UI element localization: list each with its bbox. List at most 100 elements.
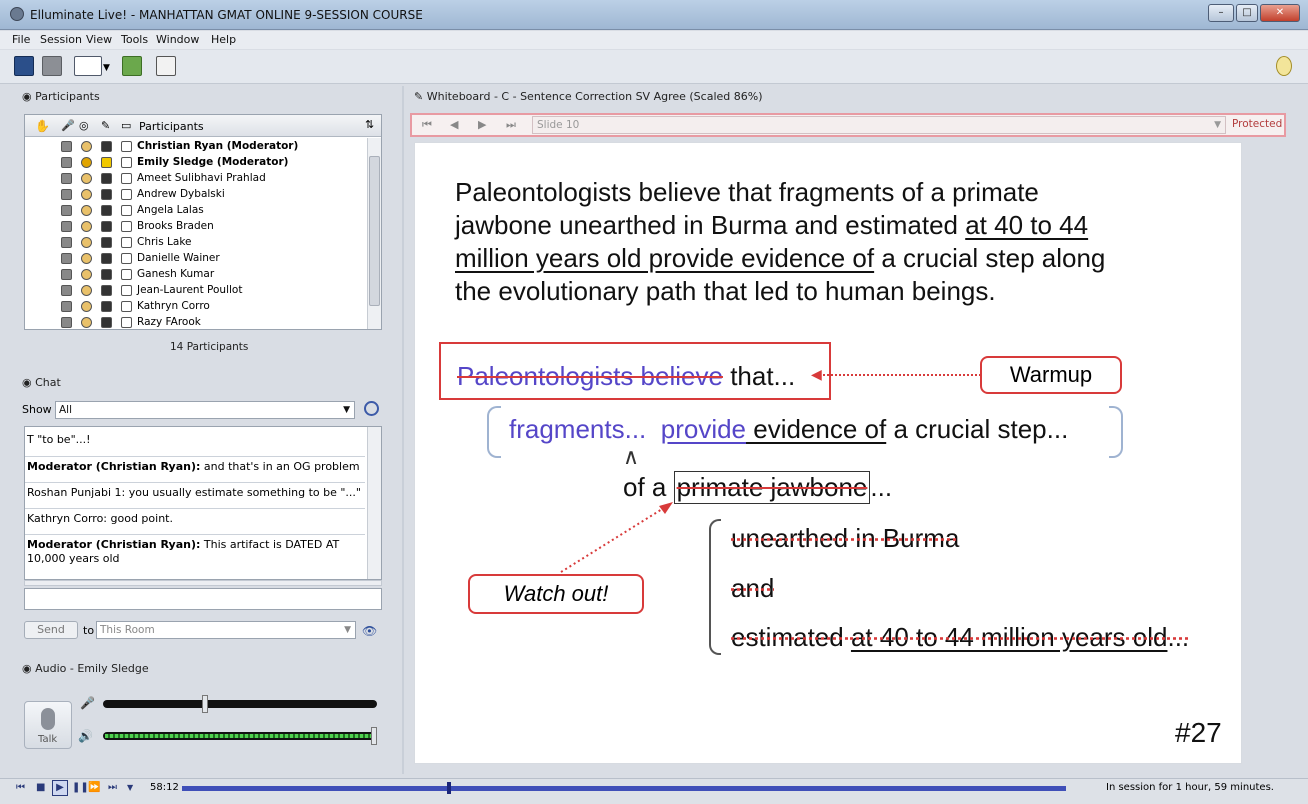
participant-name: Jean-Laurent Poullot [137,284,243,296]
chevron-down-icon[interactable]: ▼ [127,783,133,792]
chat-text: 10,000 years old [27,552,120,565]
playback-progress[interactable] [182,786,1066,791]
stop-icon[interactable]: ■ [36,782,45,793]
participants-list: ✋ 🎤 ◎ ✎ ▭ Participants ⇅ Christian Ryan … [24,114,382,330]
mic-icon [61,221,72,232]
estimated-word: estimated [731,622,851,652]
mic-icon[interactable]: 🎤 [61,119,75,132]
mic-level-icon: 🎤 [80,696,95,710]
sort-icon[interactable]: ⇅ [365,118,374,131]
hand-icon[interactable]: ✋ [35,119,50,133]
load-icon[interactable] [122,56,142,76]
participant-row[interactable]: Kathryn Corro [25,299,367,315]
primate-jawbone-box: primate jawbone [673,471,871,504]
pen-icon[interactable]: ✎ [101,119,110,132]
window-icon[interactable]: ▭ [121,119,131,132]
edit-icon[interactable] [156,56,176,76]
clock-icon[interactable] [364,401,379,416]
skip-forward-icon[interactable]: ⏭ [108,782,117,793]
scroll-thumb[interactable] [369,156,380,306]
participant-row[interactable]: Ganesh Kumar [25,267,367,283]
chat-scrollbar[interactable] [367,427,381,579]
talk-button[interactable]: Talk [24,701,72,749]
window-icon [121,269,132,280]
first-slide-icon[interactable]: ⏮ [422,118,432,132]
chevron-down-icon[interactable]: ▼ [103,63,110,73]
mic-icon [61,157,72,168]
mic-icon [61,269,72,280]
next-slide-icon[interactable]: ▶ [478,118,486,131]
chat-text: T "to be"...! [27,433,91,446]
menu-tools[interactable]: Tools [121,33,148,46]
modifier-3: estimated at 40 to 44 million years old.… [731,622,1189,653]
menu-window[interactable]: Window [156,33,199,46]
print-icon[interactable] [42,56,62,76]
pen-icon [101,189,112,200]
recipient-value: This Room [100,624,155,636]
prev-slide-icon[interactable]: ◀ [450,118,458,131]
panel-divider[interactable] [402,86,404,774]
speaker-icon: 🔊 [78,729,93,743]
video-icon [81,301,92,312]
column-header-participants[interactable]: Participants [139,120,204,133]
window-icon [121,285,132,296]
pen-icon [101,317,112,328]
participants-scrollbar[interactable] [367,138,381,329]
speaker-volume-slider[interactable] [103,727,377,745]
to-label: to [83,624,95,637]
participant-row[interactable]: Andrew Dybalski [25,187,367,203]
mic-icon [61,141,72,152]
menu-session[interactable]: Session [40,33,82,46]
whiteboard-canvas[interactable]: Paleontologists believe that fragments o… [414,142,1242,764]
play-icon[interactable]: ▶ [52,780,68,796]
send-button[interactable]: Send [24,621,78,639]
arrow-head-icon: ◀ [811,367,822,383]
left-bracket [487,406,501,458]
menu-view[interactable]: View [86,33,112,46]
playback-thumb[interactable] [447,782,451,794]
talk-label: Talk [38,734,58,745]
pause-icon[interactable]: ❚❚ [72,782,89,793]
mic-icon [61,205,72,216]
chat-transcript: T "to be"...! Moderator (Christian Ryan):… [24,426,382,580]
skip-back-icon[interactable]: ⏮ [16,782,25,793]
speaker-slider-thumb[interactable] [371,727,377,745]
chevron-down-icon: ▼ [344,625,351,635]
participant-row[interactable]: Razy FArook [25,315,367,331]
participant-row[interactable]: Angela Lalas [25,203,367,219]
mic-slider-thumb[interactable] [202,695,208,713]
participant-row[interactable]: Chris Lake [25,235,367,251]
participant-row[interactable]: Christian Ryan (Moderator) [25,139,367,155]
participant-row[interactable]: Jean-Laurent Poullot [25,283,367,299]
whiteboard-title: Whiteboard - C - Sentence Correction SV … [426,90,763,103]
mic-volume-slider[interactable] [103,695,377,713]
participant-name: Christian Ryan (Moderator) [137,140,299,152]
chat-filter-select[interactable]: All ▼ [55,401,355,419]
layout-icon[interactable] [74,56,102,76]
minimize-button[interactable]: – [1208,4,1234,22]
last-slide-icon[interactable]: ⏭ [506,118,516,132]
fast-forward-icon[interactable]: ⏩ [88,782,100,793]
menu-file[interactable]: File [12,33,30,46]
chat-icon: ◉ [22,376,32,389]
save-icon[interactable] [14,56,34,76]
maximize-button[interactable]: □ [1236,4,1258,22]
evidence-phrase: evidence of [746,414,887,444]
participant-row[interactable]: Brooks Braden [25,219,367,235]
participant-row[interactable]: Danielle Wainer [25,251,367,267]
menu-help[interactable]: Help [211,33,236,46]
participant-name: Andrew Dybalski [137,188,225,200]
video-icon[interactable]: ◎ [79,119,89,132]
participant-row[interactable]: Ameet Sulibhavi Prahlad [25,171,367,187]
question-line-1: Paleontologists believe that fragments o… [455,177,1039,207]
chat-splitter[interactable] [24,580,382,586]
window-icon [121,253,132,264]
participant-name: Angela Lalas [137,204,204,216]
participant-row[interactable]: Emily Sledge (Moderator) [25,155,367,171]
close-button[interactable]: ✕ [1260,4,1300,22]
chat-input[interactable] [24,588,382,610]
eye-icon[interactable]: 👁 [362,624,377,638]
slide-select[interactable]: Slide 10 ▼ [532,116,1226,134]
help-icon[interactable] [1276,56,1292,76]
recipient-select[interactable]: This Room ▼ [96,621,356,639]
